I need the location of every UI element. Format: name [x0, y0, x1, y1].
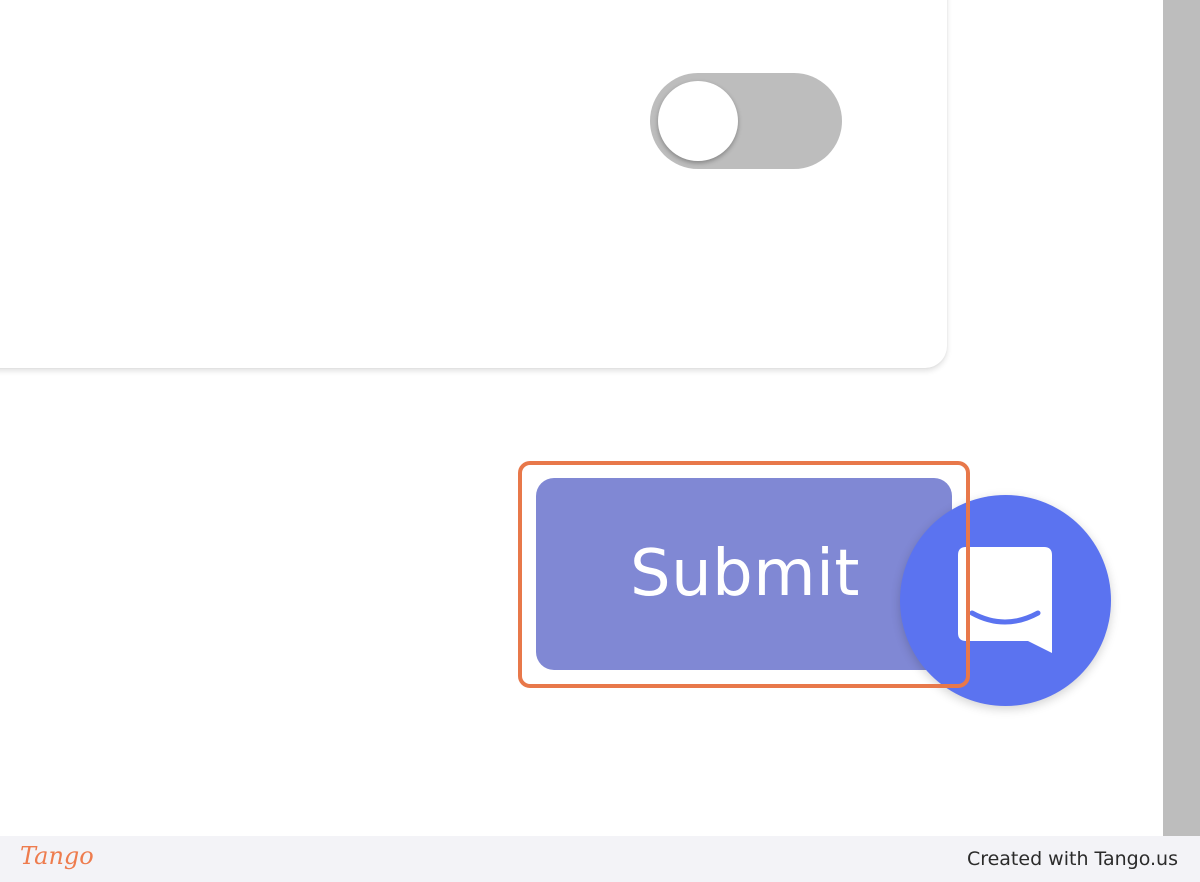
tango-logo: Tango [20, 842, 94, 870]
form-card [0, 0, 947, 368]
scrollbar[interactable] [1163, 0, 1200, 836]
chat-bubble-icon [958, 547, 1052, 653]
page-viewport: Submit [0, 0, 1200, 836]
footer-bar: Tango Created with Tango.us [0, 836, 1200, 882]
submit-button[interactable]: Submit [536, 478, 952, 670]
footer-credit: Created with Tango.us [966, 848, 1178, 870]
chat-widget-button[interactable] [900, 495, 1111, 706]
toggle-knob[interactable] [658, 81, 738, 161]
